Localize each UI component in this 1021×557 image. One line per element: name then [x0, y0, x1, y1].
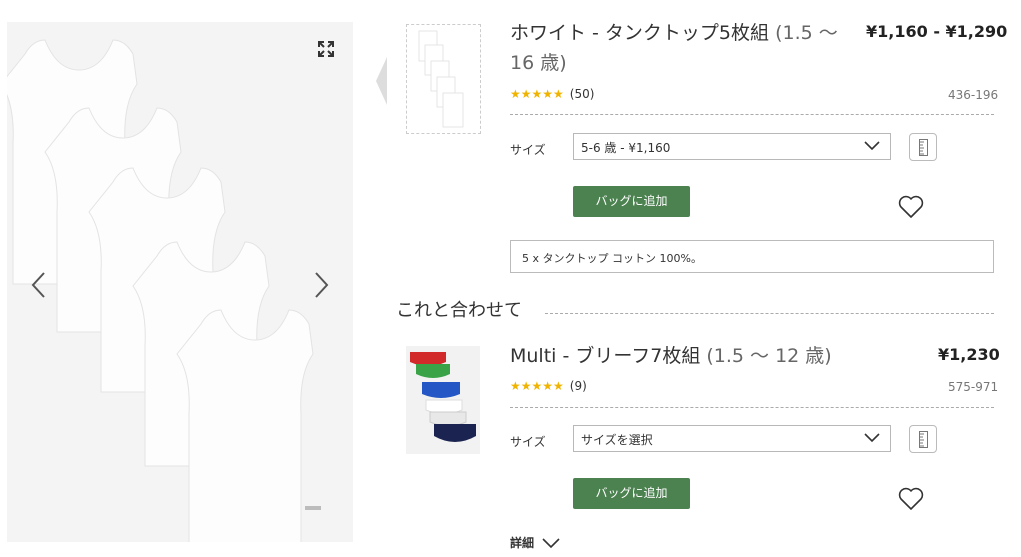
related-add-to-bag-button[interactable]: バッグに追加 [573, 478, 690, 509]
tank-tops-thumbnail-image [418, 30, 464, 128]
related-size-select-value: サイズを選択 [581, 433, 653, 447]
rating-count: (50) [569, 87, 595, 101]
details-label: 詳細 [510, 536, 535, 550]
related-product-title-name: Multi - ブリーフ7枚組 [510, 345, 701, 367]
main-product-image [7, 22, 353, 542]
related-size-guide-button[interactable] [909, 425, 937, 453]
section-title: これと合わせて [396, 300, 522, 321]
size-label: サイズ [510, 435, 546, 449]
chevron-left-icon[interactable] [28, 270, 50, 300]
rating-count: (9) [569, 379, 587, 393]
related-product-title-age: (1.5 〜 12 歳) [700, 345, 832, 367]
thumbnail-prev-icon[interactable] [374, 55, 388, 107]
size-select[interactable]: 5-6 歳 - ¥1,160 [573, 133, 891, 160]
product-price: ¥1,160 - ¥1,290 [866, 22, 1008, 41]
size-select-value: 5-6 歳 - ¥1,160 [581, 141, 671, 155]
size-guide-button[interactable] [909, 133, 937, 161]
product-title-age-cont: 16 歳) [510, 52, 567, 74]
ruler-icon [919, 139, 928, 156]
star-rating-icon: ★★★★★ [510, 379, 564, 393]
product-title[interactable]: ホワイト - タンクトップ5枚組 (1.5 〜 16 歳) [510, 18, 840, 78]
details-toggle[interactable]: 詳細 [510, 534, 560, 551]
product-description: 5 x タンクトップ コットン 100%。 [510, 240, 994, 273]
add-to-bag-button[interactable]: バッグに追加 [573, 186, 690, 217]
chevron-right-icon[interactable] [310, 270, 332, 300]
briefs-image [410, 352, 476, 442]
related-product-title[interactable]: Multi - ブリーフ7枚組 (1.5 〜 12 歳) [510, 341, 832, 371]
chevron-down-icon [864, 141, 880, 151]
section-divider [545, 313, 994, 314]
product-title-age: (1.5 〜 [769, 22, 838, 44]
related-size-select[interactable]: サイズを選択 [573, 425, 891, 452]
expand-icon[interactable] [317, 40, 335, 58]
heart-icon[interactable] [897, 194, 925, 220]
chevron-down-icon [864, 433, 880, 443]
ruler-icon [919, 431, 928, 448]
chevron-down-icon [542, 537, 560, 548]
related-product-rating[interactable]: ★★★★★ (9) [510, 379, 587, 393]
related-product-price: ¥1,230 [938, 345, 1000, 364]
divider [510, 407, 994, 408]
size-label: サイズ [510, 143, 546, 157]
related-product-code: 575-971 [948, 380, 999, 394]
heart-icon[interactable] [897, 486, 925, 512]
tank-tops-image [7, 39, 321, 542]
star-rating-icon: ★★★★★ [510, 87, 564, 101]
product-title-name: ホワイト - タンクトップ5枚組 [510, 22, 770, 44]
product-rating[interactable]: ★★★★★ (50) [510, 87, 594, 101]
product-thumbnail[interactable] [406, 24, 481, 134]
related-product-image[interactable] [406, 346, 480, 454]
product-code: 436-196 [948, 88, 999, 102]
divider [510, 114, 994, 115]
